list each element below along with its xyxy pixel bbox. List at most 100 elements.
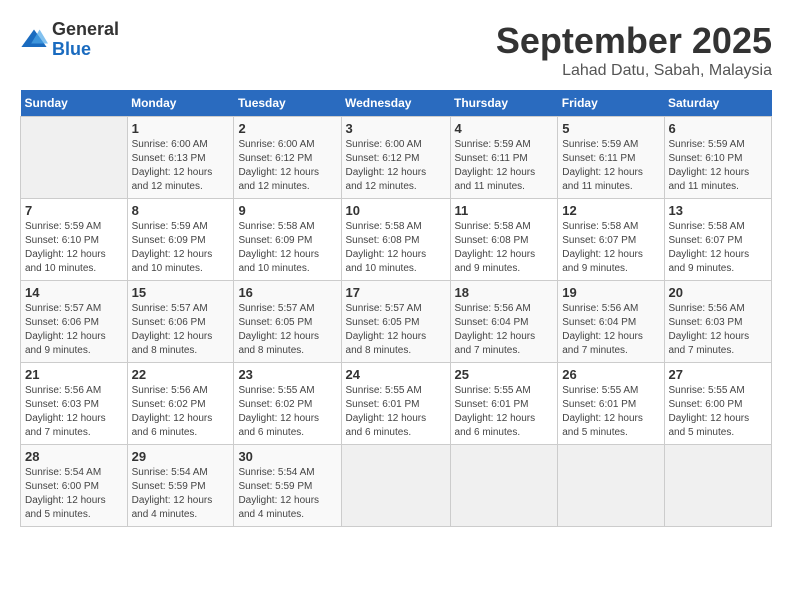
location-subtitle: Lahad Datu, Sabah, Malaysia xyxy=(496,62,772,80)
weekday-header-monday: Monday xyxy=(127,90,234,117)
day-number: 15 xyxy=(132,285,230,300)
weekday-header-tuesday: Tuesday xyxy=(234,90,341,117)
calendar-cell: 30 Sunrise: 5:54 AMSunset: 5:59 PMDayligh… xyxy=(234,445,341,527)
day-info: Sunrise: 5:58 AMSunset: 6:08 PMDaylight:… xyxy=(346,220,446,276)
day-number: 1 xyxy=(132,121,230,136)
weekday-header-friday: Friday xyxy=(558,90,664,117)
day-number: 29 xyxy=(132,449,230,464)
day-number: 20 xyxy=(669,285,768,300)
day-number: 6 xyxy=(669,121,768,136)
day-number: 23 xyxy=(238,367,336,382)
calendar-cell: 9Sunrise: 5:58 AMSunset: 6:09 PMDaylight… xyxy=(234,199,341,281)
day-number: 7 xyxy=(25,203,123,218)
day-number: 16 xyxy=(238,285,336,300)
day-number: 21 xyxy=(25,367,123,382)
calendar-cell: 11 Sunrise: 5:58 AMSunset: 6:08 PMDayligh… xyxy=(450,199,558,281)
calendar-cell: 7 Sunrise: 5:59 AMSunset: 6:10 PMDaylight… xyxy=(21,199,128,281)
day-info: Sunrise: 5:54 AMSunset: 6:00 PMDaylight:… xyxy=(25,466,123,522)
day-info: Sunrise: 6:00 AMSunset: 6:12 PMDaylight:… xyxy=(238,138,336,194)
day-info: Sunrise: 5:58 AMSunset: 6:08 PMDaylight:… xyxy=(455,220,554,276)
calendar-cell: 10 Sunrise: 5:58 AMSunset: 6:08 PMDayligh… xyxy=(341,199,450,281)
day-number: 18 xyxy=(455,285,554,300)
day-info: Sunrise: 5:55 AMSunset: 6:01 PMDaylight:… xyxy=(455,384,554,440)
day-info: Sunrise: 5:58 AMSunset: 6:07 PMDaylight:… xyxy=(669,220,768,276)
day-number: 30 xyxy=(238,449,336,464)
calendar-cell: 24 Sunrise: 5:55 AMSunset: 6:01 PMDayligh… xyxy=(341,363,450,445)
weekday-header-saturday: Saturday xyxy=(664,90,772,117)
day-info: Sunrise: 5:58 AMSunset: 6:09 PMDaylight:… xyxy=(238,220,336,276)
calendar-cell: 5 Sunrise: 5:59 AMSunset: 6:11 PMDaylight… xyxy=(558,117,664,199)
day-info: Sunrise: 5:59 AMSunset: 6:10 PMDaylight:… xyxy=(25,220,123,276)
day-info: Sunrise: 5:57 AMSunset: 6:06 PMDaylight:… xyxy=(25,302,123,358)
calendar-cell: 3 Sunrise: 6:00 AMSunset: 6:12 PMDaylight… xyxy=(341,117,450,199)
day-info: Sunrise: 5:56 AMSunset: 6:04 PMDaylight:… xyxy=(455,302,554,358)
day-number: 26 xyxy=(562,367,659,382)
day-info: Sunrise: 5:57 AMSunset: 6:05 PMDaylight:… xyxy=(238,302,336,358)
calendar-cell: 1Sunrise: 6:00 AMSunset: 6:13 PMDaylight… xyxy=(127,117,234,199)
calendar-week-2: 7 Sunrise: 5:59 AMSunset: 6:10 PMDaylight… xyxy=(21,199,772,281)
calendar-cell: 26 Sunrise: 5:55 AMSunset: 6:01 PMDayligh… xyxy=(558,363,664,445)
day-info: Sunrise: 5:56 AMSunset: 6:03 PMDaylight:… xyxy=(669,302,768,358)
calendar-cell: 23 Sunrise: 5:55 AMSunset: 6:02 PMDayligh… xyxy=(234,363,341,445)
day-number: 24 xyxy=(346,367,446,382)
weekday-header-wednesday: Wednesday xyxy=(341,90,450,117)
weekday-header-thursday: Thursday xyxy=(450,90,558,117)
day-info: Sunrise: 5:55 AMSunset: 6:01 PMDaylight:… xyxy=(346,384,446,440)
calendar-cell: 13 Sunrise: 5:58 AMSunset: 6:07 PMDayligh… xyxy=(664,199,772,281)
calendar-cell: 20 Sunrise: 5:56 AMSunset: 6:03 PMDayligh… xyxy=(664,281,772,363)
calendar-cell: 6Sunrise: 5:59 AMSunset: 6:10 PMDaylight… xyxy=(664,117,772,199)
month-title: September 2025 xyxy=(496,20,772,62)
calendar-cell: 4Sunrise: 5:59 AMSunset: 6:11 PMDaylight… xyxy=(450,117,558,199)
day-info: Sunrise: 5:57 AMSunset: 6:06 PMDaylight:… xyxy=(132,302,230,358)
day-number: 10 xyxy=(346,203,446,218)
logo-icon xyxy=(20,26,48,54)
logo-general: General xyxy=(52,20,119,40)
weekday-header-row: SundayMondayTuesdayWednesdayThursdayFrid… xyxy=(21,90,772,117)
day-info: Sunrise: 5:55 AMSunset: 6:01 PMDaylight:… xyxy=(562,384,659,440)
calendar-week-1: 1Sunrise: 6:00 AMSunset: 6:13 PMDaylight… xyxy=(21,117,772,199)
day-number: 28 xyxy=(25,449,123,464)
logo-blue: Blue xyxy=(52,40,119,60)
day-number: 8 xyxy=(132,203,230,218)
calendar-cell: 18 Sunrise: 5:56 AMSunset: 6:04 PMDayligh… xyxy=(450,281,558,363)
day-number: 14 xyxy=(25,285,123,300)
calendar-cell: 17 Sunrise: 5:57 AMSunset: 6:05 PMDayligh… xyxy=(341,281,450,363)
calendar-header: SundayMondayTuesdayWednesdayThursdayFrid… xyxy=(21,90,772,117)
day-number: 25 xyxy=(455,367,554,382)
day-info: Sunrise: 5:59 AMSunset: 6:11 PMDaylight:… xyxy=(562,138,659,194)
day-info: Sunrise: 5:59 AMSunset: 6:11 PMDaylight:… xyxy=(455,138,554,194)
calendar-cell: 22Sunrise: 5:56 AMSunset: 6:02 PMDayligh… xyxy=(127,363,234,445)
day-info: Sunrise: 5:57 AMSunset: 6:05 PMDaylight:… xyxy=(346,302,446,358)
day-number: 12 xyxy=(562,203,659,218)
day-info: Sunrise: 5:59 AMSunset: 6:09 PMDaylight:… xyxy=(132,220,230,276)
calendar-cell xyxy=(21,117,128,199)
day-info: Sunrise: 5:55 AMSunset: 6:02 PMDaylight:… xyxy=(238,384,336,440)
day-number: 27 xyxy=(669,367,768,382)
calendar-cell xyxy=(558,445,664,527)
day-number: 2 xyxy=(238,121,336,136)
calendar-cell xyxy=(341,445,450,527)
day-info: Sunrise: 5:54 AMSunset: 5:59 PMDaylight:… xyxy=(238,466,336,522)
day-number: 5 xyxy=(562,121,659,136)
calendar-cell: 25 Sunrise: 5:55 AMSunset: 6:01 PMDayligh… xyxy=(450,363,558,445)
weekday-header-sunday: Sunday xyxy=(21,90,128,117)
calendar-cell: 12 Sunrise: 5:58 AMSunset: 6:07 PMDayligh… xyxy=(558,199,664,281)
calendar-cell: 21 Sunrise: 5:56 AMSunset: 6:03 PMDayligh… xyxy=(21,363,128,445)
day-number: 17 xyxy=(346,285,446,300)
day-info: Sunrise: 5:55 AMSunset: 6:00 PMDaylight:… xyxy=(669,384,768,440)
day-info: Sunrise: 5:56 AMSunset: 6:03 PMDaylight:… xyxy=(25,384,123,440)
day-number: 11 xyxy=(455,203,554,218)
day-info: Sunrise: 5:56 AMSunset: 6:02 PMDaylight:… xyxy=(132,384,230,440)
calendar-cell: 2 Sunrise: 6:00 AMSunset: 6:12 PMDaylight… xyxy=(234,117,341,199)
calendar-cell: 15 Sunrise: 5:57 AMSunset: 6:06 PMDayligh… xyxy=(127,281,234,363)
day-info: Sunrise: 6:00 AMSunset: 6:12 PMDaylight:… xyxy=(346,138,446,194)
calendar-cell: 16 Sunrise: 5:57 AMSunset: 6:05 PMDayligh… xyxy=(234,281,341,363)
title-area: September 2025 Lahad Datu, Sabah, Malays… xyxy=(496,20,772,80)
calendar-week-3: 14 Sunrise: 5:57 AMSunset: 6:06 PMDayligh… xyxy=(21,281,772,363)
calendar-week-5: 28 Sunrise: 5:54 AMSunset: 6:00 PMDayligh… xyxy=(21,445,772,527)
calendar-cell: 8 Sunrise: 5:59 AMSunset: 6:09 PMDaylight… xyxy=(127,199,234,281)
day-number: 13 xyxy=(669,203,768,218)
day-info: Sunrise: 5:58 AMSunset: 6:07 PMDaylight:… xyxy=(562,220,659,276)
day-number: 3 xyxy=(346,121,446,136)
calendar-cell xyxy=(450,445,558,527)
